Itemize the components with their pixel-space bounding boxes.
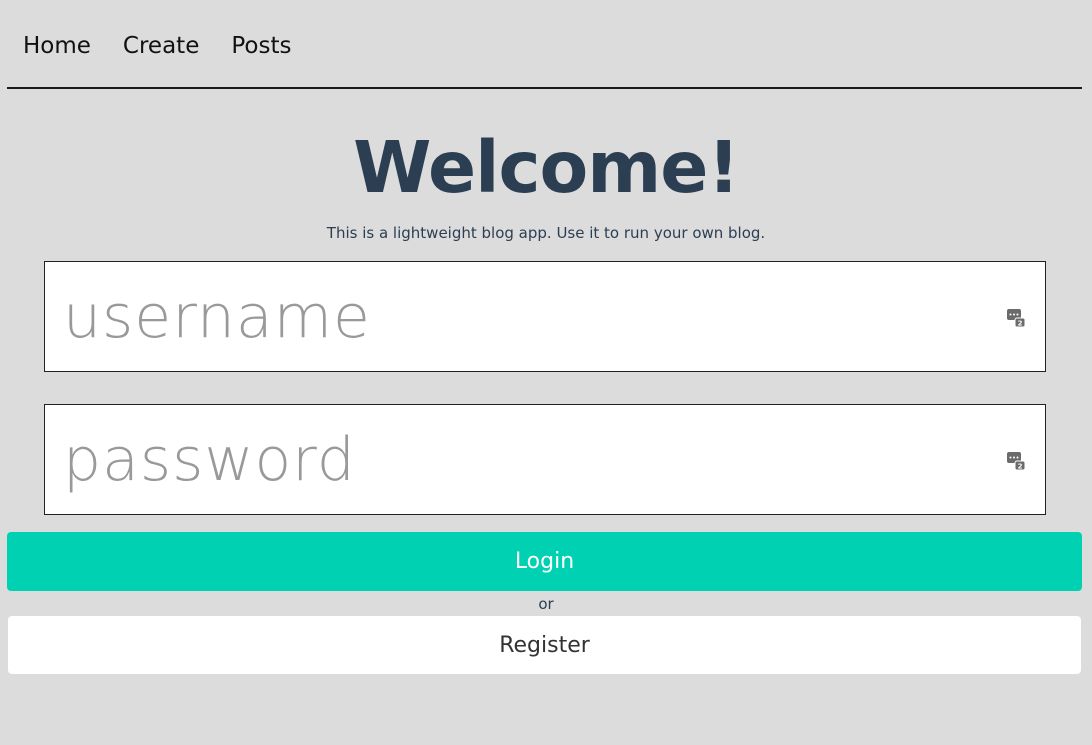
password-input[interactable] [45,405,1045,514]
password-field-container: 2 [44,404,1046,515]
page-subtitle: This is a lightweight blog app. Use it t… [326,224,766,242]
top-navbar: Home Create Posts [7,0,1082,89]
nav-links: Home Create Posts [23,30,291,62]
svg-text:2: 2 [1018,463,1023,471]
nav-home-link[interactable]: Home [23,30,91,62]
svg-text:2: 2 [1018,320,1023,328]
login-button[interactable]: Login [7,532,1082,591]
password-manager-icon[interactable]: 2 [1007,452,1025,470]
nav-create-link[interactable]: Create [123,30,199,62]
nav-posts-link[interactable]: Posts [231,30,291,62]
page-title: Welcome! [353,126,740,209]
or-separator: or [538,595,554,613]
password-manager-icon[interactable]: 2 [1007,309,1025,327]
username-field-container: 2 [44,261,1046,372]
username-input[interactable] [45,262,1045,371]
register-button[interactable]: Register [8,616,1081,674]
